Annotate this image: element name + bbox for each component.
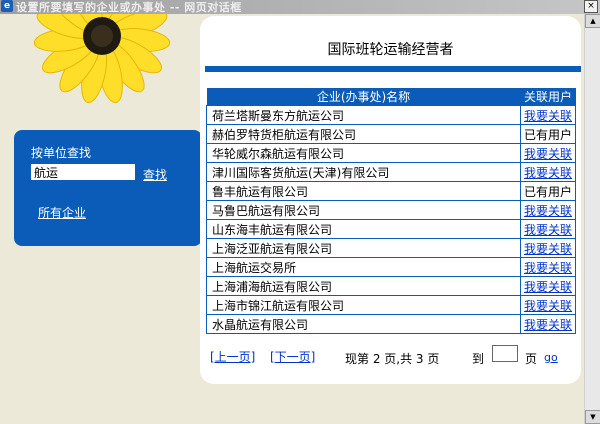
company-name-cell: 水晶航运有限公司 (206, 314, 521, 334)
link-user-link[interactable]: 我要关联 (524, 261, 572, 275)
scroll-down-button[interactable]: ▼ (585, 410, 600, 424)
vertical-scrollbar[interactable]: ▲ ▼ (584, 14, 600, 424)
relation-cell: 我要关联 (520, 295, 576, 315)
table-row: 鲁丰航运有限公司 已有用户 (206, 181, 576, 201)
company-name-cell: 上海浦海航运有限公司 (206, 276, 521, 296)
title-divider-bar (205, 66, 581, 72)
relation-cell: 已有用户 (520, 124, 576, 144)
table-row: 津川国际客货航运(天津)有限公司 我要关联 (206, 162, 576, 182)
link-user-link[interactable]: 我要关联 (524, 223, 572, 237)
ie-page-icon: e (1, 0, 13, 12)
scroll-up-button[interactable]: ▲ (585, 14, 600, 28)
table-row: 上海泛亚航运有限公司 我要关联 (206, 238, 576, 258)
company-name-cell: 马鲁巴航运有限公司 (206, 200, 521, 220)
window-titlebar: e 设置所要填写的企业或办事处 -- 网页对话框 × (0, 0, 600, 14)
page-info: 现第 2 页,共 3 页 (345, 352, 440, 366)
table-row: 山东海丰航运有限公司 我要关联 (206, 219, 576, 239)
search-by-unit-label: 按单位查找 (31, 146, 92, 160)
relation-cell: 我要关联 (520, 238, 576, 258)
goto-label: 到 (472, 352, 485, 366)
search-link[interactable]: 查找 (143, 166, 167, 183)
window-title: 设置所要填写的企业或办事处 -- 网页对话框 (16, 1, 242, 14)
relation-cell: 我要关联 (520, 276, 576, 296)
sunflower-image (33, 14, 171, 104)
link-user-link[interactable]: 我要关联 (524, 109, 572, 123)
table-row: 上海市锦江航运有限公司 我要关联 (206, 295, 576, 315)
prev-page-link[interactable]: [上一页] (210, 348, 255, 365)
relation-cell: 我要关联 (520, 314, 576, 334)
table-row: 马鲁巴航运有限公司 我要关联 (206, 200, 576, 220)
link-user-link[interactable]: 我要关联 (524, 147, 572, 161)
company-name-cell: 鲁丰航运有限公司 (206, 181, 521, 201)
link-user-link[interactable]: 我要关联 (524, 280, 572, 294)
relation-cell: 我要关联 (520, 257, 576, 277)
link-user-link[interactable]: 我要关联 (524, 318, 572, 332)
company-name-cell: 山东海丰航运有限公司 (206, 219, 521, 239)
table-row: 华轮威尔森航运有限公司 我要关联 (206, 143, 576, 163)
company-name-header: 企业(办事处)名称 (206, 88, 521, 106)
company-name-cell: 上海泛亚航运有限公司 (206, 238, 521, 258)
table-row: 上海浦海航运有限公司 我要关联 (206, 276, 576, 296)
page-unit-label: 页 (525, 352, 538, 366)
company-table: 企业(办事处)名称 关联用户 荷兰塔斯曼东方航运公司 我要关联 赫伯罗特货柜航运有限… (206, 88, 576, 334)
company-name-cell: 赫伯罗特货柜航运有限公司 (206, 124, 521, 144)
all-companies-link[interactable]: 所有企业 (38, 204, 86, 221)
relation-cell: 我要关联 (520, 219, 576, 239)
next-page-link[interactable]: [下一页] (270, 348, 315, 365)
page-title: 国际班轮运输经营者 (327, 42, 454, 58)
link-user-link[interactable]: 我要关联 (524, 242, 572, 256)
close-button[interactable]: × (584, 0, 598, 13)
search-panel: 按单位查找 查找 所有企业 (14, 130, 202, 246)
search-input[interactable] (31, 164, 135, 180)
link-user-link[interactable]: 我要关联 (524, 204, 572, 218)
relation-cell: 我要关联 (520, 162, 576, 182)
company-name-cell: 华轮威尔森航运有限公司 (206, 143, 521, 163)
company-name-cell: 荷兰塔斯曼东方航运公司 (206, 105, 521, 125)
link-user-link[interactable]: 我要关联 (524, 299, 572, 313)
go-link[interactable]: go (544, 351, 558, 364)
table-row: 上海航运交易所 我要关联 (206, 257, 576, 277)
company-name-cell: 津川国际客货航运(天津)有限公司 (206, 162, 521, 182)
relation-cell: 我要关联 (520, 143, 576, 163)
link-user-link[interactable]: 我要关联 (524, 166, 572, 180)
page-number-input[interactable] (492, 345, 518, 362)
sunflower-decoration (0, 14, 200, 124)
relation-cell: 我要关联 (520, 105, 576, 125)
company-name-cell: 上海航运交易所 (206, 257, 521, 277)
table-row: 水晶航运有限公司 我要关联 (206, 314, 576, 334)
relation-cell: 我要关联 (520, 200, 576, 220)
table-header-row: 企业(办事处)名称 关联用户 (206, 88, 576, 106)
table-row: 赫伯罗特货柜航运有限公司 已有用户 (206, 124, 576, 144)
main-panel: 国际班轮运输经营者 企业(办事处)名称 关联用户 荷兰塔斯曼东方航运公司 我要关联… (200, 16, 581, 384)
table-row: 荷兰塔斯曼东方航运公司 我要关联 (206, 105, 576, 125)
relation-cell: 已有用户 (520, 181, 576, 201)
related-user-header: 关联用户 (520, 88, 576, 106)
company-name-cell: 上海市锦江航运有限公司 (206, 295, 521, 315)
